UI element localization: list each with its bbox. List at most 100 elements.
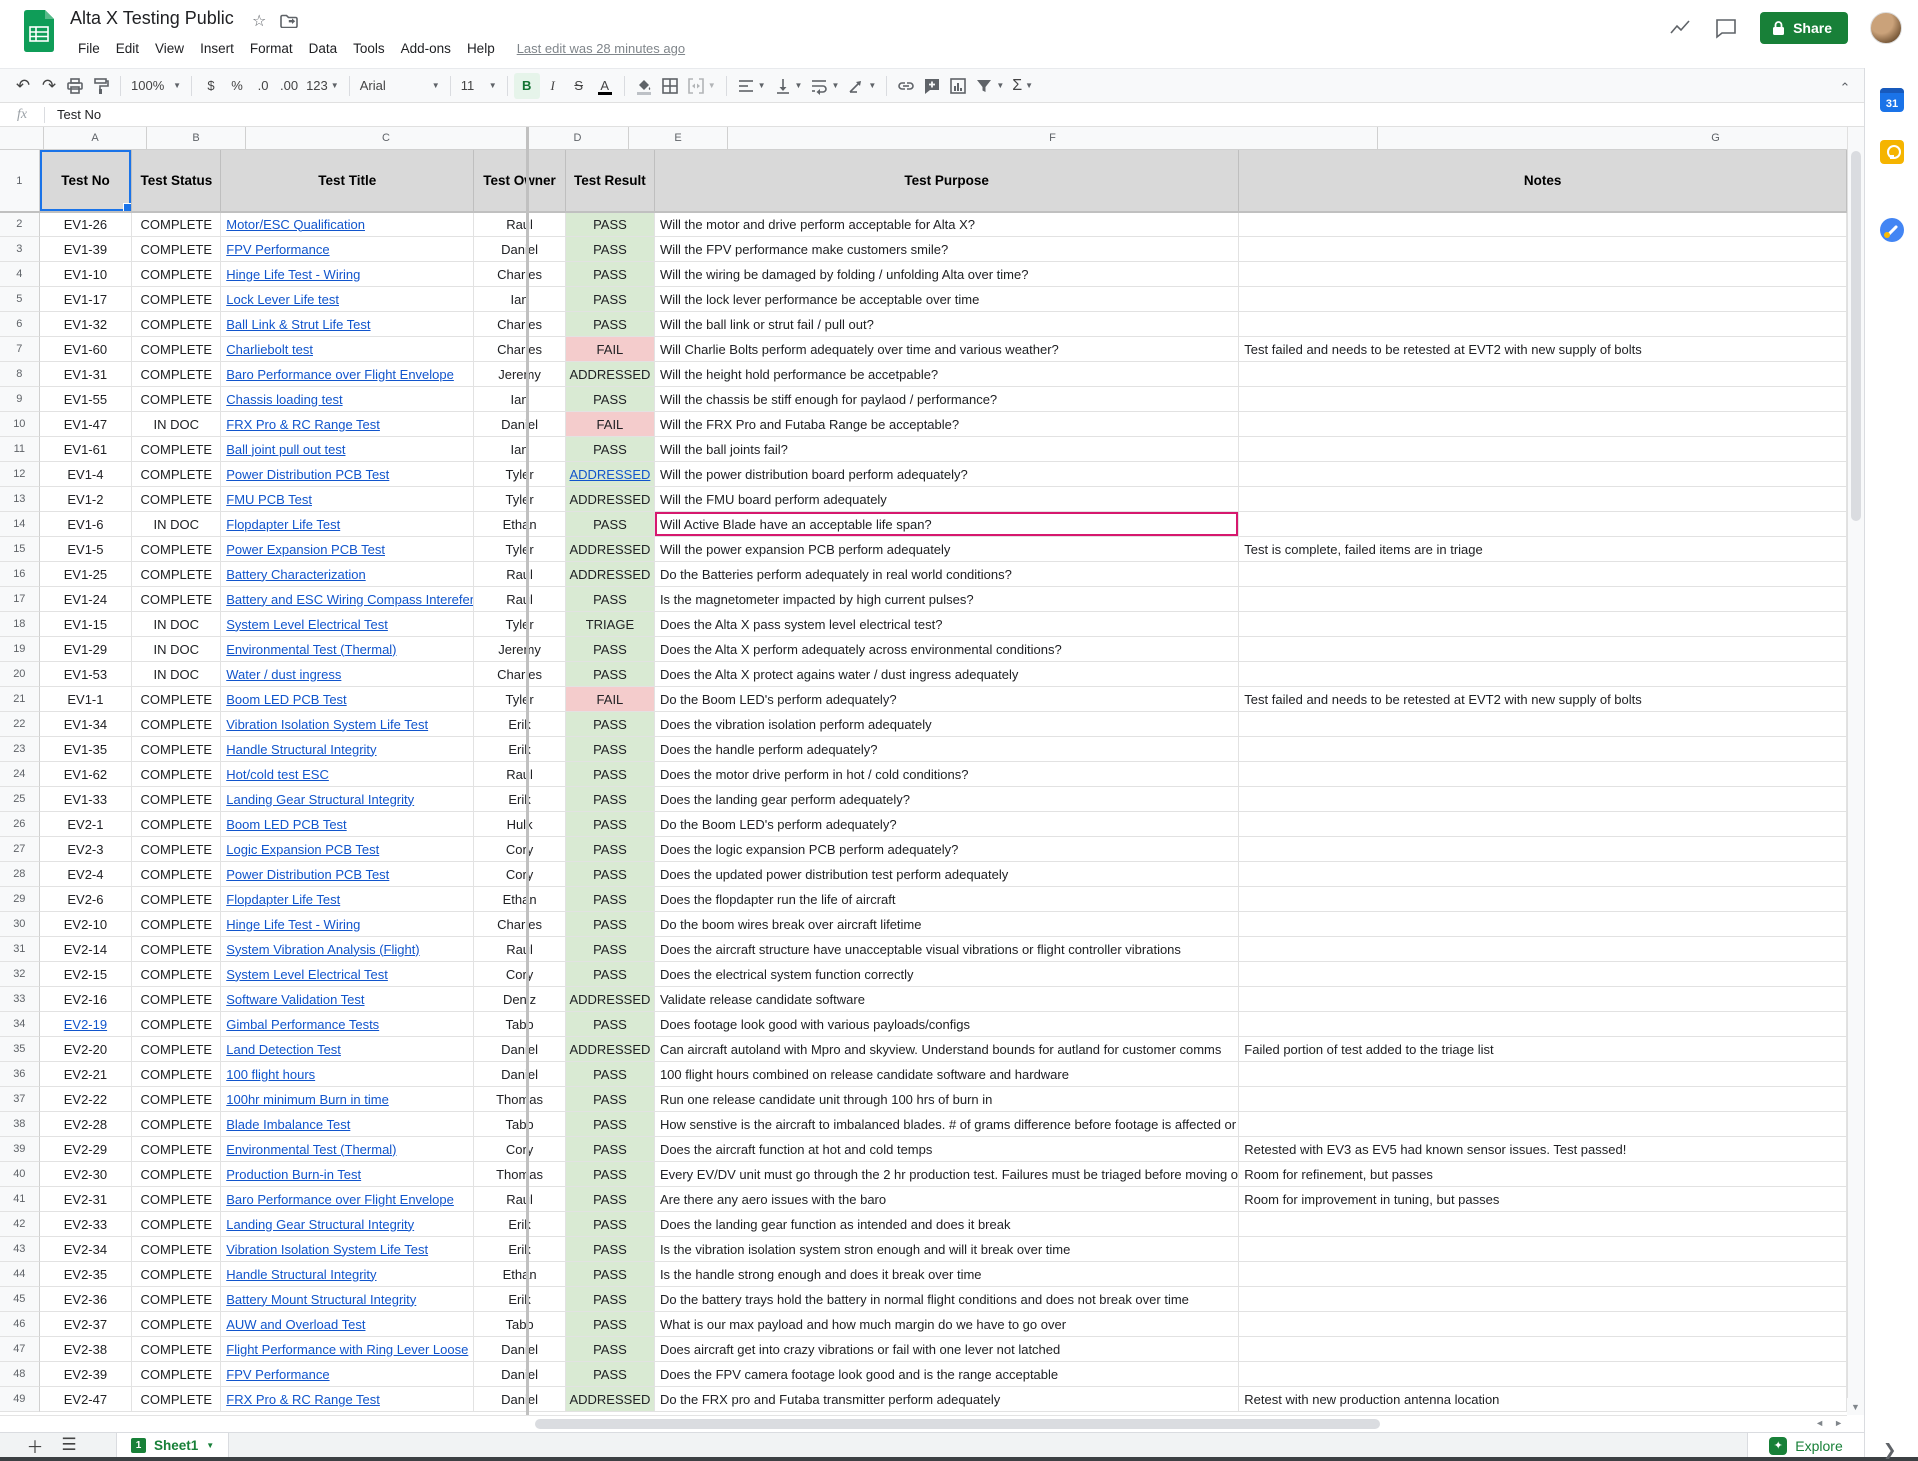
- cell-title[interactable]: FRX Pro & RC Range Test: [221, 412, 474, 437]
- cell-notes[interactable]: [1239, 937, 1847, 962]
- cell-no[interactable]: EV2-37: [40, 1312, 133, 1337]
- cell-no[interactable]: EV2-29: [40, 1137, 133, 1162]
- all-sheets-button[interactable]: ☰: [52, 1433, 86, 1458]
- cell-result[interactable]: PASS: [566, 1012, 655, 1037]
- cell-no[interactable]: EV1-29: [40, 637, 133, 662]
- cell-no[interactable]: EV1-39: [40, 237, 133, 262]
- cell-owner[interactable]: Cory: [474, 962, 566, 987]
- cell-purpose[interactable]: Does the motor drive perform in hot / co…: [655, 762, 1239, 787]
- cell-owner[interactable]: Daniel: [474, 1362, 566, 1387]
- cell-result[interactable]: PASS: [566, 762, 655, 787]
- cell-notes[interactable]: [1239, 1312, 1847, 1337]
- cell-notes[interactable]: [1239, 362, 1847, 387]
- cell-title[interactable]: System Level Electrical Test: [221, 962, 474, 987]
- column-header-b[interactable]: B: [147, 127, 246, 150]
- cell-no[interactable]: EV2-15: [40, 962, 133, 987]
- cell-owner[interactable]: Tabb: [474, 1112, 566, 1137]
- cell-purpose[interactable]: Will the ball link or strut fail / pull …: [655, 312, 1239, 337]
- cell-notes[interactable]: Room for improvement in tuning, but pass…: [1239, 1187, 1847, 1212]
- font-size-select[interactable]: 11▼: [457, 73, 501, 99]
- cell-status[interactable]: COMPLETE: [132, 1037, 221, 1062]
- cell-notes[interactable]: [1239, 1087, 1847, 1112]
- cell-owner[interactable]: Cory: [474, 862, 566, 887]
- cell-owner[interactable]: Raul: [474, 587, 566, 612]
- cell-owner[interactable]: Erik: [474, 737, 566, 762]
- cell-no[interactable]: EV1-26: [40, 212, 133, 237]
- cell-status[interactable]: COMPLETE: [132, 787, 221, 812]
- menu-addons[interactable]: Add-ons: [393, 38, 459, 59]
- cell-title[interactable]: Flopdapter Life Test: [221, 512, 474, 537]
- cell-status[interactable]: COMPLETE: [132, 1137, 221, 1162]
- cell-status[interactable]: COMPLETE: [132, 212, 221, 237]
- cell-no[interactable]: EV2-30: [40, 1162, 133, 1187]
- cell-owner[interactable]: Erik: [474, 1237, 566, 1262]
- cell-purpose[interactable]: Does the vibration isolation perform ade…: [655, 712, 1239, 737]
- cell-purpose[interactable]: Will the FRX Pro and Futaba Range be acc…: [655, 412, 1239, 437]
- cell-purpose[interactable]: Does the flopdapter run the life of airc…: [655, 887, 1239, 912]
- cell-title[interactable]: Land Detection Test: [221, 1037, 474, 1062]
- cell-title[interactable]: Battery and ESC Wiring Compass Interefen…: [221, 587, 474, 612]
- cell-purpose[interactable]: Does the aircraft structure have unaccep…: [655, 937, 1239, 962]
- row-header[interactable]: 31: [0, 937, 40, 962]
- cell-owner[interactable]: Hulk: [474, 812, 566, 837]
- cell-owner[interactable]: Tyler: [474, 462, 566, 487]
- cell-notes[interactable]: [1239, 387, 1847, 412]
- cell-result[interactable]: PASS: [566, 887, 655, 912]
- cell-title[interactable]: Vibration Isolation System Life Test: [221, 712, 474, 737]
- cell-status[interactable]: COMPLETE: [132, 887, 221, 912]
- menu-tools[interactable]: Tools: [345, 38, 393, 59]
- cell-owner[interactable]: Charles: [474, 912, 566, 937]
- cell-result[interactable]: PASS: [566, 787, 655, 812]
- cell-owner[interactable]: Ian: [474, 387, 566, 412]
- cell-no[interactable]: EV2-22: [40, 1087, 133, 1112]
- create-filter-button[interactable]: ▼: [971, 73, 1008, 99]
- cell-result[interactable]: PASS: [566, 837, 655, 862]
- cell-result[interactable]: PASS: [566, 1137, 655, 1162]
- vertical-align-button[interactable]: ▼: [770, 73, 807, 99]
- cell-no[interactable]: EV2-19: [40, 1012, 133, 1037]
- menu-help[interactable]: Help: [459, 38, 503, 59]
- cell-title[interactable]: Baro Performance over Flight Envelope: [221, 362, 474, 387]
- cell-status[interactable]: COMPLETE: [132, 762, 221, 787]
- decrease-decimal-button[interactable]: .0: [250, 73, 276, 99]
- cell-purpose[interactable]: How senstive is the aircraft to imbalanc…: [655, 1112, 1239, 1137]
- keep-icon[interactable]: [1880, 140, 1904, 164]
- cell-owner[interactable]: Thomas: [474, 1162, 566, 1187]
- move-to-folder-icon[interactable]: [280, 14, 298, 28]
- cell-result[interactable]: PASS: [566, 1162, 655, 1187]
- cell-owner[interactable]: Raul: [474, 937, 566, 962]
- text-wrap-button[interactable]: ▼: [806, 73, 843, 99]
- cell-title[interactable]: Battery Characterization: [221, 562, 474, 587]
- cell-owner[interactable]: Tabb: [474, 1312, 566, 1337]
- explore-button[interactable]: ✦ Explore: [1747, 1433, 1864, 1458]
- cell-title[interactable]: Logic Expansion PCB Test: [221, 837, 474, 862]
- cell-title[interactable]: FMU PCB Test: [221, 487, 474, 512]
- sheet-tab-sheet1[interactable]: 1 Sheet1 ▼: [116, 1433, 229, 1458]
- cell-result[interactable]: PASS: [566, 1112, 655, 1137]
- cell-result[interactable]: PASS: [566, 662, 655, 687]
- cell-status[interactable]: COMPLETE: [132, 562, 221, 587]
- cell-notes[interactable]: [1239, 1012, 1847, 1037]
- cell-notes[interactable]: [1239, 587, 1847, 612]
- cell-status[interactable]: COMPLETE: [132, 1237, 221, 1262]
- cell-purpose[interactable]: Does the Alta X pass system level electr…: [655, 612, 1239, 637]
- cell-status[interactable]: COMPLETE: [132, 862, 221, 887]
- cell-title[interactable]: Flight Performance with Ring Lever Loose: [221, 1337, 474, 1362]
- cell-notes[interactable]: [1239, 637, 1847, 662]
- row-header[interactable]: 45: [0, 1287, 40, 1312]
- frozen-row-divider[interactable]: [0, 211, 1847, 213]
- cell-title[interactable]: Ball Link & Strut Life Test: [221, 312, 474, 337]
- row-header[interactable]: 47: [0, 1337, 40, 1362]
- cell-title[interactable]: System Vibration Analysis (Flight): [221, 937, 474, 962]
- cell-no[interactable]: EV1-24: [40, 587, 133, 612]
- cell-purpose[interactable]: Does the updated power distribution test…: [655, 862, 1239, 887]
- cell-result[interactable]: PASS: [566, 1062, 655, 1087]
- cell-notes[interactable]: [1239, 1362, 1847, 1387]
- format-currency-button[interactable]: $: [198, 73, 224, 99]
- cell-notes[interactable]: Test failed and needs to be retested at …: [1239, 687, 1847, 712]
- row-header[interactable]: 18: [0, 612, 40, 637]
- cell-result[interactable]: PASS: [566, 287, 655, 312]
- cell-purpose[interactable]: Do the boom wires break over aircraft li…: [655, 912, 1239, 937]
- cell-result[interactable]: PASS: [566, 387, 655, 412]
- tasks-icon[interactable]: [1880, 218, 1904, 242]
